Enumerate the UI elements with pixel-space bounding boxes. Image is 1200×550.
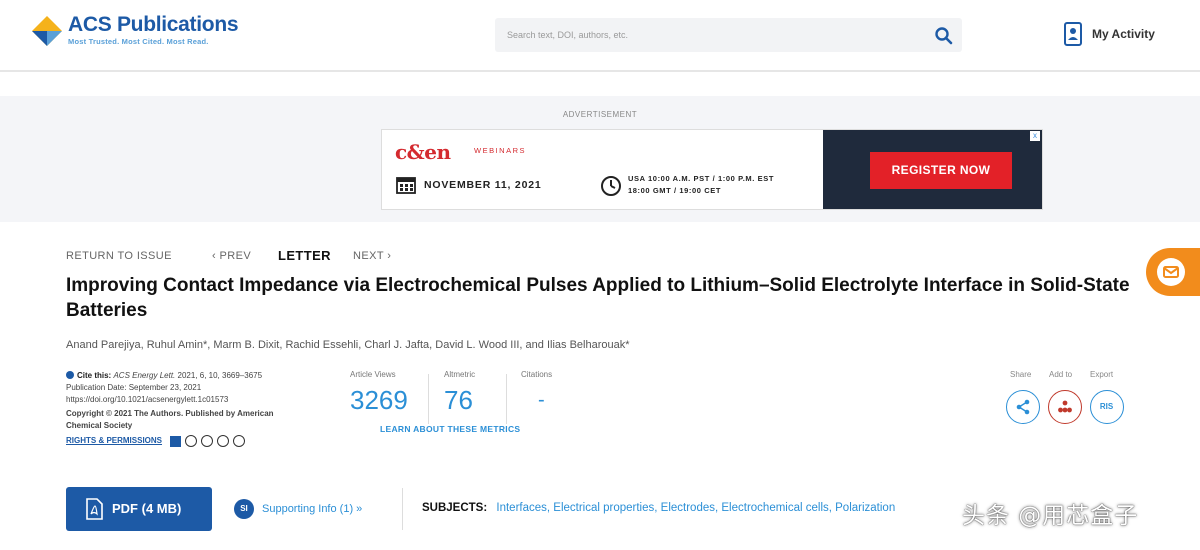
cc-nd-icon	[233, 435, 246, 447]
article-nav: RETURN TO ISSUE ‹ PREV LETTER NEXT ›	[66, 248, 391, 263]
cen-brand: c&en	[395, 140, 451, 164]
my-activity-label: My Activity	[1092, 27, 1155, 41]
acs-diamond-icon	[32, 16, 62, 46]
site-header: ACS Publications Most Trusted. Most Cite…	[0, 0, 1200, 72]
ad-dark-panel: REGISTER NOW	[823, 130, 1042, 209]
advertisement-banner[interactable]: c&en WEBINARS NOVEMBER 11, 2021 USA 10:0…	[381, 129, 1043, 210]
subjects-links[interactable]: Interfaces, Electrical properties, Elect…	[496, 502, 895, 514]
search-bar	[495, 18, 962, 52]
copyright: Copyright © 2021 The Authors. Published …	[66, 409, 274, 430]
add-to-label: Add to	[1049, 370, 1073, 379]
citations-label: Citations	[521, 370, 553, 379]
article-tools: Share Add to Export RIS	[1004, 370, 1134, 430]
next-article-link[interactable]: NEXT ›	[353, 250, 391, 262]
export-label: Export	[1090, 370, 1114, 379]
acs-logo[interactable]: ACS Publications Most Trusted. Most Cite…	[30, 13, 239, 48]
export-ris-button[interactable]: RIS	[1090, 390, 1124, 424]
learn-metrics-link[interactable]: LEARN ABOUT THESE METRICS	[380, 424, 520, 434]
cite-ref: 2021, 6, 10, 3669–3675	[177, 371, 263, 380]
pdf-download-button[interactable]: PDF (4 MB)	[66, 487, 212, 531]
ris-label: RIS	[1099, 402, 1114, 411]
webinar-date: NOVEMBER 11, 2021	[424, 179, 542, 191]
license-icons	[170, 435, 249, 447]
search-icon[interactable]	[934, 26, 954, 46]
webinar-time-line2: 18:00 GMT / 19:00 CET	[628, 186, 722, 195]
cite-journal[interactable]: ACS Energy Lett.	[113, 371, 175, 380]
cc-by-icon	[201, 435, 214, 447]
action-divider	[402, 488, 403, 530]
altmetric-label: Altmetric	[444, 370, 476, 379]
share-icon	[1016, 399, 1030, 415]
register-now-button[interactable]: REGISTER NOW	[870, 152, 1012, 189]
email-icon	[1157, 258, 1185, 286]
search-input[interactable]	[507, 26, 907, 44]
logo-tagline: Most Trusted. Most Cited. Most Read.	[68, 37, 209, 46]
add-to-button[interactable]	[1048, 390, 1082, 424]
pdf-file-icon	[86, 498, 103, 520]
cite-label: Cite this:	[77, 371, 112, 380]
clock-icon	[600, 175, 622, 202]
citations-value: -	[538, 389, 545, 411]
metric-divider	[428, 374, 429, 424]
doi-link[interactable]: https://doi.org/10.1021/acsenergylett.1c…	[66, 394, 336, 406]
calendar-icon	[396, 176, 416, 199]
metric-views: Article Views 3269	[350, 370, 408, 416]
pdf-button-label: PDF (4 MB)	[112, 501, 182, 516]
views-value: 3269	[350, 385, 408, 415]
share-label: Share	[1010, 370, 1032, 379]
share-button[interactable]	[1006, 390, 1040, 424]
citation-block: Cite this: ACS Energy Lett. 2021, 6, 10,…	[66, 370, 336, 447]
article-type: LETTER	[278, 248, 331, 263]
advertisement-band: ADVERTISEMENT c&en WEBINARS NOVEMBER 11,…	[0, 96, 1200, 222]
advertisement-label: ADVERTISEMENT	[562, 110, 638, 119]
prev-article-link[interactable]: ‹ PREV	[212, 250, 278, 262]
add-to-library-icon	[1058, 400, 1072, 413]
cite-icon	[66, 371, 74, 379]
watermark-text: 头条 @用芯盒子	[962, 503, 1139, 529]
altmetric-value[interactable]: 76	[444, 385, 475, 416]
webinars-label: WEBINARS	[474, 146, 527, 155]
ad-close-icon[interactable]: x	[1030, 131, 1040, 141]
cite-line: Cite this: ACS Energy Lett. 2021, 6, 10,…	[66, 370, 336, 382]
open-access-icon	[170, 435, 182, 447]
views-label: Article Views	[350, 370, 396, 379]
metric-citations: Citations -	[521, 370, 552, 412]
webinar-time: USA 10:00 A.M. PST / 1:00 P.M. EST 18:00…	[628, 173, 774, 197]
logo-name: ACS Publications	[68, 13, 239, 36]
cc-icon	[185, 435, 198, 447]
cc-nc-icon	[217, 435, 230, 447]
email-alert-button[interactable]	[1146, 248, 1200, 296]
metric-altmetric: Altmetric 76	[444, 370, 475, 416]
user-badge-icon	[1064, 22, 1082, 46]
article-title: Improving Contact Impedance via Electroc…	[66, 275, 1130, 321]
webinar-time-line1: USA 10:00 A.M. PST / 1:00 P.M. EST	[628, 174, 774, 183]
supporting-info-link[interactable]: SI Supporting Info (1) »	[234, 499, 362, 519]
my-activity-button[interactable]: My Activity	[1064, 22, 1155, 46]
return-to-issue-link[interactable]: RETURN TO ISSUE	[66, 250, 212, 262]
rights-permissions-link[interactable]: RIGHTS & PERMISSIONS	[66, 436, 162, 445]
supporting-info-label: Supporting Info (1) »	[262, 503, 363, 515]
subjects-label: SUBJECTS:	[422, 502, 488, 514]
publication-date: Publication Date: September 23, 2021	[66, 383, 202, 392]
supporting-info-icon: SI	[234, 499, 254, 519]
metric-divider	[506, 374, 507, 424]
article-authors[interactable]: Anand Parejiya, Ruhul Amin*, Marm B. Dix…	[66, 339, 630, 351]
